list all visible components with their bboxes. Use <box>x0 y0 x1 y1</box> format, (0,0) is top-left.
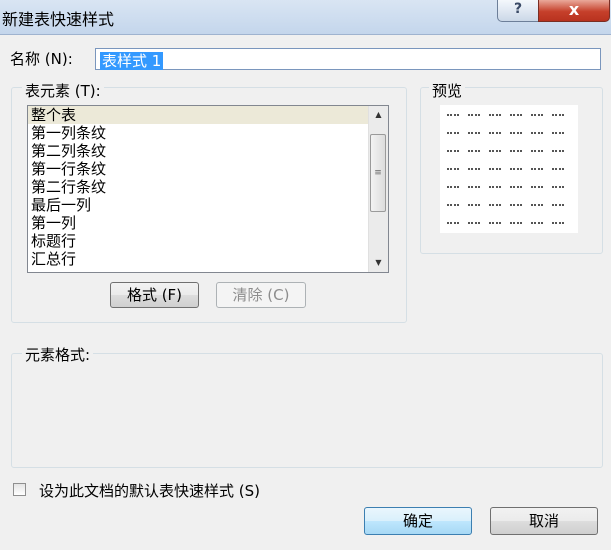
preview-cell <box>489 186 501 190</box>
table-elements-label: 表元素 (T): <box>22 80 104 101</box>
default-style-checkbox[interactable] <box>13 483 26 496</box>
preview-cell <box>468 204 480 208</box>
preview-cell <box>552 150 564 154</box>
style-name-input[interactable]: 表样式 1 <box>95 48 601 70</box>
preview-cell <box>468 150 480 154</box>
window-title: 新建表快速样式 <box>2 10 115 29</box>
close-button[interactable]: x <box>538 0 610 22</box>
preview-cell <box>510 132 522 136</box>
preview-cell <box>531 150 543 154</box>
preview-cell <box>552 168 564 172</box>
preview-cell <box>531 222 543 226</box>
list-item[interactable]: 第二行条纹 <box>28 178 388 196</box>
scroll-down-icon[interactable]: ▼ <box>369 254 388 272</box>
ok-button[interactable]: 确定 <box>364 507 472 535</box>
scroll-thumb[interactable]: ≡ <box>370 134 386 212</box>
preview-cell <box>489 204 501 208</box>
preview-cell <box>510 114 522 118</box>
list-item[interactable]: 最后一列 <box>28 196 388 214</box>
preview-cell <box>531 132 543 136</box>
preview-cell <box>447 114 459 118</box>
preview-cell <box>447 132 459 136</box>
preview-cell <box>447 186 459 190</box>
list-item[interactable]: 第一列 <box>28 214 388 232</box>
list-item[interactable]: 汇总行 <box>28 250 388 268</box>
table-preview <box>440 105 578 233</box>
scroll-up-icon[interactable]: ▲ <box>369 106 388 124</box>
name-label: 名称 (N): <box>10 50 73 68</box>
preview-cell <box>510 204 522 208</box>
preview-cell <box>552 132 564 136</box>
preview-cell <box>531 186 543 190</box>
preview-cell <box>489 222 501 226</box>
table-elements-listbox[interactable]: 整个表 第一列条纹 第二列条纹 第一行条纹 第二行条纹 最后一列 第一列 标题行 汇总行 ▲ ≡… <box>27 105 389 273</box>
preview-label: 预览 <box>429 80 466 101</box>
preview-cell <box>552 114 564 118</box>
preview-cell <box>468 168 480 172</box>
title-bar: 新建表快速样式 ? x <box>0 0 611 35</box>
preview-cell <box>468 132 480 136</box>
preview-cell <box>552 222 564 226</box>
preview-cell <box>489 168 501 172</box>
cancel-button[interactable]: 取消 <box>490 507 598 535</box>
preview-cell <box>531 168 543 172</box>
list-item[interactable]: 第二列条纹 <box>28 142 388 160</box>
preview-cell <box>489 132 501 136</box>
element-format-label: 元素格式: <box>22 344 94 365</box>
listbox-scrollbar[interactable]: ▲ ≡ ▼ <box>368 106 388 272</box>
format-button[interactable]: 格式 (F) <box>110 282 199 308</box>
preview-cell <box>510 186 522 190</box>
help-button[interactable]: ? <box>497 0 539 22</box>
list-item[interactable]: 标题行 <box>28 232 388 250</box>
clear-button[interactable]: 清除 (C) <box>216 282 306 308</box>
preview-cell <box>510 168 522 172</box>
preview-cell <box>468 114 480 118</box>
preview-cell <box>552 186 564 190</box>
preview-cell <box>531 204 543 208</box>
preview-cell <box>447 168 459 172</box>
preview-cell <box>510 222 522 226</box>
list-item[interactable]: 第一列条纹 <box>28 124 388 142</box>
preview-cell <box>468 222 480 226</box>
preview-cell <box>531 114 543 118</box>
style-name-value: 表样式 1 <box>100 52 164 70</box>
preview-cell <box>447 222 459 226</box>
element-format-group <box>11 353 603 468</box>
preview-cell <box>489 114 501 118</box>
preview-cell <box>510 150 522 154</box>
list-item[interactable]: 第一行条纹 <box>28 160 388 178</box>
preview-cell <box>552 204 564 208</box>
preview-cell <box>447 204 459 208</box>
preview-cell <box>447 150 459 154</box>
list-item[interactable]: 整个表 <box>28 106 388 124</box>
preview-cell <box>468 186 480 190</box>
default-style-label: 设为此文档的默认表快速样式 (S) <box>39 482 260 500</box>
preview-cell <box>489 150 501 154</box>
